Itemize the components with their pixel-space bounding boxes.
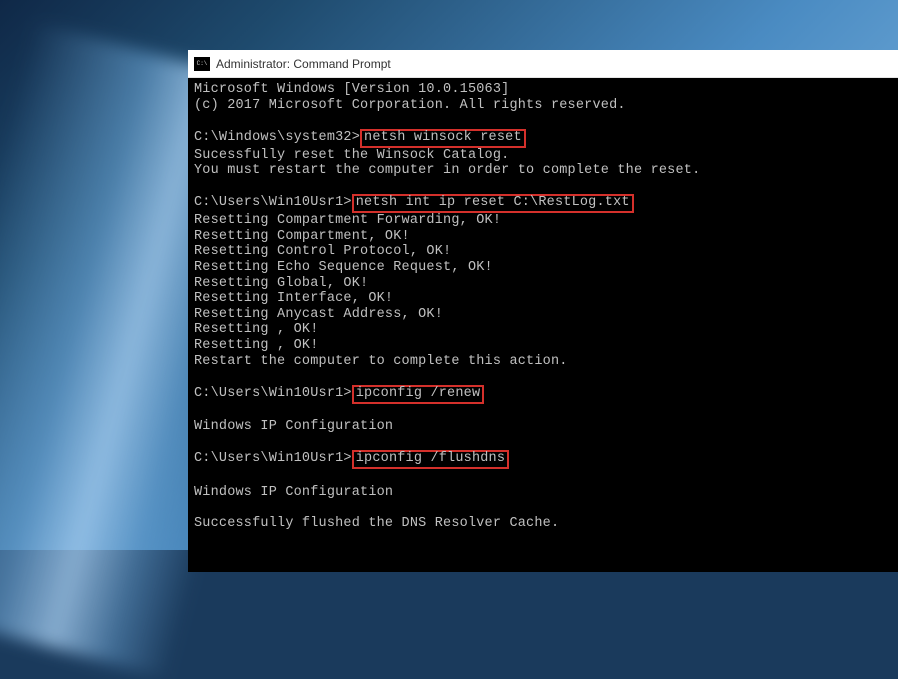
copyright-line: (c) 2017 Microsoft Corporation. All righ… bbox=[194, 98, 626, 113]
prompt-1: C:\Windows\system32> bbox=[194, 130, 360, 145]
command-2-highlight: netsh int ip reset C:\RestLog.txt bbox=[352, 194, 634, 213]
prompt-3: C:\Users\Win10Usr1> bbox=[194, 386, 352, 401]
output-line: Sucessfully reset the Winsock Catalog. bbox=[194, 148, 509, 163]
output-line: Resetting Global, OK! bbox=[194, 276, 368, 291]
output-line: Successfully flushed the DNS Resolver Ca… bbox=[194, 516, 559, 531]
output-line: You must restart the computer in order t… bbox=[194, 163, 700, 178]
output-line: Windows IP Configuration bbox=[194, 485, 393, 500]
output-line: Restart the computer to complete this ac… bbox=[194, 354, 568, 369]
output-line: Resetting , OK! bbox=[194, 322, 319, 337]
command-3-highlight: ipconfig /renew bbox=[352, 385, 485, 404]
output-line: Windows IP Configuration bbox=[194, 419, 393, 434]
command-4-highlight: ipconfig /flushdns bbox=[352, 450, 509, 469]
prompt-2: C:\Users\Win10Usr1> bbox=[194, 195, 352, 210]
terminal-output[interactable]: Microsoft Windows [Version 10.0.15063] (… bbox=[188, 78, 898, 572]
output-line: Resetting Control Protocol, OK! bbox=[194, 244, 451, 259]
output-line: Resetting Echo Sequence Request, OK! bbox=[194, 260, 493, 275]
command-1-highlight: netsh winsock reset bbox=[360, 129, 526, 148]
output-line: Resetting Anycast Address, OK! bbox=[194, 307, 443, 322]
output-line: Resetting Interface, OK! bbox=[194, 291, 393, 306]
output-line: Resetting Compartment Forwarding, OK! bbox=[194, 213, 501, 228]
window-title: Administrator: Command Prompt bbox=[216, 57, 391, 71]
version-line: Microsoft Windows [Version 10.0.15063] bbox=[194, 82, 509, 97]
command-prompt-window: Administrator: Command Prompt Microsoft … bbox=[188, 50, 898, 572]
cmd-icon bbox=[194, 57, 210, 71]
prompt-4: C:\Users\Win10Usr1> bbox=[194, 451, 352, 466]
titlebar[interactable]: Administrator: Command Prompt bbox=[188, 50, 898, 78]
output-line: Resetting Compartment, OK! bbox=[194, 229, 410, 244]
output-line: Resetting , OK! bbox=[194, 338, 319, 353]
